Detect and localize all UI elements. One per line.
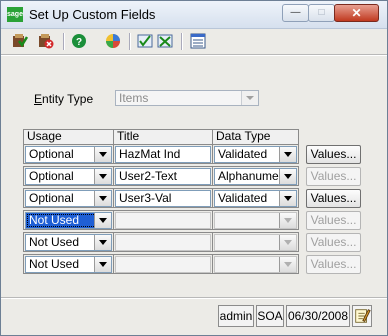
usage-cell: Not Used <box>23 254 114 274</box>
data-type-value: Validated <box>218 147 268 161</box>
title-field[interactable]: User3-Val <box>115 190 211 207</box>
chevron-down-icon[interactable] <box>279 169 296 184</box>
data-type-cell: Validated <box>212 188 299 208</box>
sage-logo: sage <box>7 7 23 22</box>
usage-select[interactable]: Optional <box>25 146 112 163</box>
entity-type-value: Items <box>119 91 149 105</box>
chevron-down-icon <box>279 235 296 250</box>
data-type-cell <box>212 210 299 230</box>
status-divider <box>1 297 387 299</box>
usage-header: Usage <box>23 129 114 144</box>
usage-select[interactable]: Not Used <box>25 234 112 251</box>
window-title: Set Up Custom Fields <box>29 7 156 22</box>
toolbar-divider <box>1 54 387 56</box>
status-bar: admin SOA 06/30/2008 <box>1 301 387 335</box>
list-icon[interactable] <box>190 33 207 49</box>
entity-type-select: Items <box>115 90 259 106</box>
data-type-cell: Alphanumeric <box>212 166 299 186</box>
usage-value: Not Used <box>29 235 80 249</box>
usage-value: Not Used <box>29 213 80 227</box>
user-status: admin <box>218 305 254 327</box>
notes-icon[interactable] <box>352 305 372 327</box>
usage-select[interactable]: Not Used <box>25 212 112 229</box>
close-button[interactable]: ✕ <box>334 4 379 22</box>
chevron-down-icon <box>241 91 258 105</box>
title-cell <box>113 210 213 230</box>
values-button[interactable]: Values... <box>306 145 361 164</box>
chevron-down-icon[interactable] <box>94 235 111 250</box>
data-type-cell <box>212 232 299 252</box>
entity-type-label: Entity Type <box>34 92 94 106</box>
date-status: 06/30/2008 <box>286 305 350 327</box>
usage-value: Optional <box>29 169 74 183</box>
data-type-header: Data Type <box>212 129 299 144</box>
minimize-button[interactable]: — <box>282 4 309 22</box>
chevron-down-icon[interactable] <box>94 169 111 184</box>
title-cell: User3-Val <box>113 188 213 208</box>
values-button[interactable]: Values... <box>306 189 361 208</box>
values-button: Values... <box>306 255 361 274</box>
usage-value: Optional <box>29 147 74 161</box>
title-field <box>115 256 211 273</box>
usage-value: Not Used <box>29 257 80 271</box>
title-field[interactable]: HazMat Ind <box>115 146 211 163</box>
values-button: Values... <box>306 233 361 252</box>
delete-icon[interactable] <box>37 33 54 49</box>
chevron-down-icon[interactable] <box>94 147 111 162</box>
check-icon[interactable] <box>137 33 154 49</box>
toolbar-separator <box>181 33 183 50</box>
data-type-value: Validated <box>218 191 268 205</box>
usage-value: Optional <box>29 191 74 205</box>
title-cell: User2-Text <box>113 166 213 186</box>
chevron-down-icon <box>279 257 296 272</box>
help-icon[interactable]: ? <box>71 33 88 49</box>
usage-select[interactable]: Optional <box>25 168 112 185</box>
title-cell <box>113 254 213 274</box>
data-type-cell: Validated <box>212 144 299 164</box>
title-cell <box>113 232 213 252</box>
title-header: Title <box>113 129 213 144</box>
usage-cell: Optional <box>23 144 114 164</box>
usage-cell: Optional <box>23 188 114 208</box>
custom-fields-grid: Usage Title Data Type Optional HazMat Ind… <box>23 129 299 280</box>
usage-select[interactable]: Optional <box>25 190 112 207</box>
company-status: SOA <box>256 305 284 327</box>
usage-cell: Not Used <box>23 232 114 252</box>
data-type-select[interactable]: Validated <box>214 146 297 163</box>
maximize-button: □ <box>308 4 335 22</box>
title-field <box>115 212 211 229</box>
usage-cell: Optional <box>23 166 114 186</box>
data-type-select[interactable]: Alphanumeric <box>214 168 297 185</box>
toolbar-separator <box>63 33 65 50</box>
title-bar[interactable]: sage Set Up Custom Fields — □ ✕ <box>1 1 387 29</box>
toolbar-separator <box>129 33 131 50</box>
toolbar: ? <box>1 29 387 53</box>
values-button: Values... <box>306 167 361 186</box>
accept-icon[interactable] <box>11 33 28 49</box>
chevron-down-icon[interactable] <box>94 191 111 206</box>
data-type-select <box>214 256 297 273</box>
title-field <box>115 234 211 251</box>
chevron-down-icon[interactable] <box>279 147 296 162</box>
data-type-select <box>214 234 297 251</box>
chevron-down-icon[interactable] <box>279 191 296 206</box>
transfer-icon[interactable] <box>157 33 174 49</box>
color-icon[interactable] <box>105 33 122 49</box>
chevron-down-icon[interactable] <box>94 257 111 272</box>
data-type-select <box>214 212 297 229</box>
chevron-down-icon[interactable] <box>94 213 111 228</box>
data-type-cell <box>212 254 299 274</box>
values-button: Values... <box>306 211 361 230</box>
usage-select[interactable]: Not Used <box>25 256 112 273</box>
chevron-down-icon <box>279 213 296 228</box>
usage-cell: Not Used <box>23 210 114 230</box>
custom-fields-window: sage Set Up Custom Fields — □ ✕ ? Entity… <box>0 0 388 336</box>
title-cell: HazMat Ind <box>113 144 213 164</box>
svg-text:?: ? <box>76 37 82 48</box>
title-field[interactable]: User2-Text <box>115 168 211 185</box>
data-type-select[interactable]: Validated <box>214 190 297 207</box>
